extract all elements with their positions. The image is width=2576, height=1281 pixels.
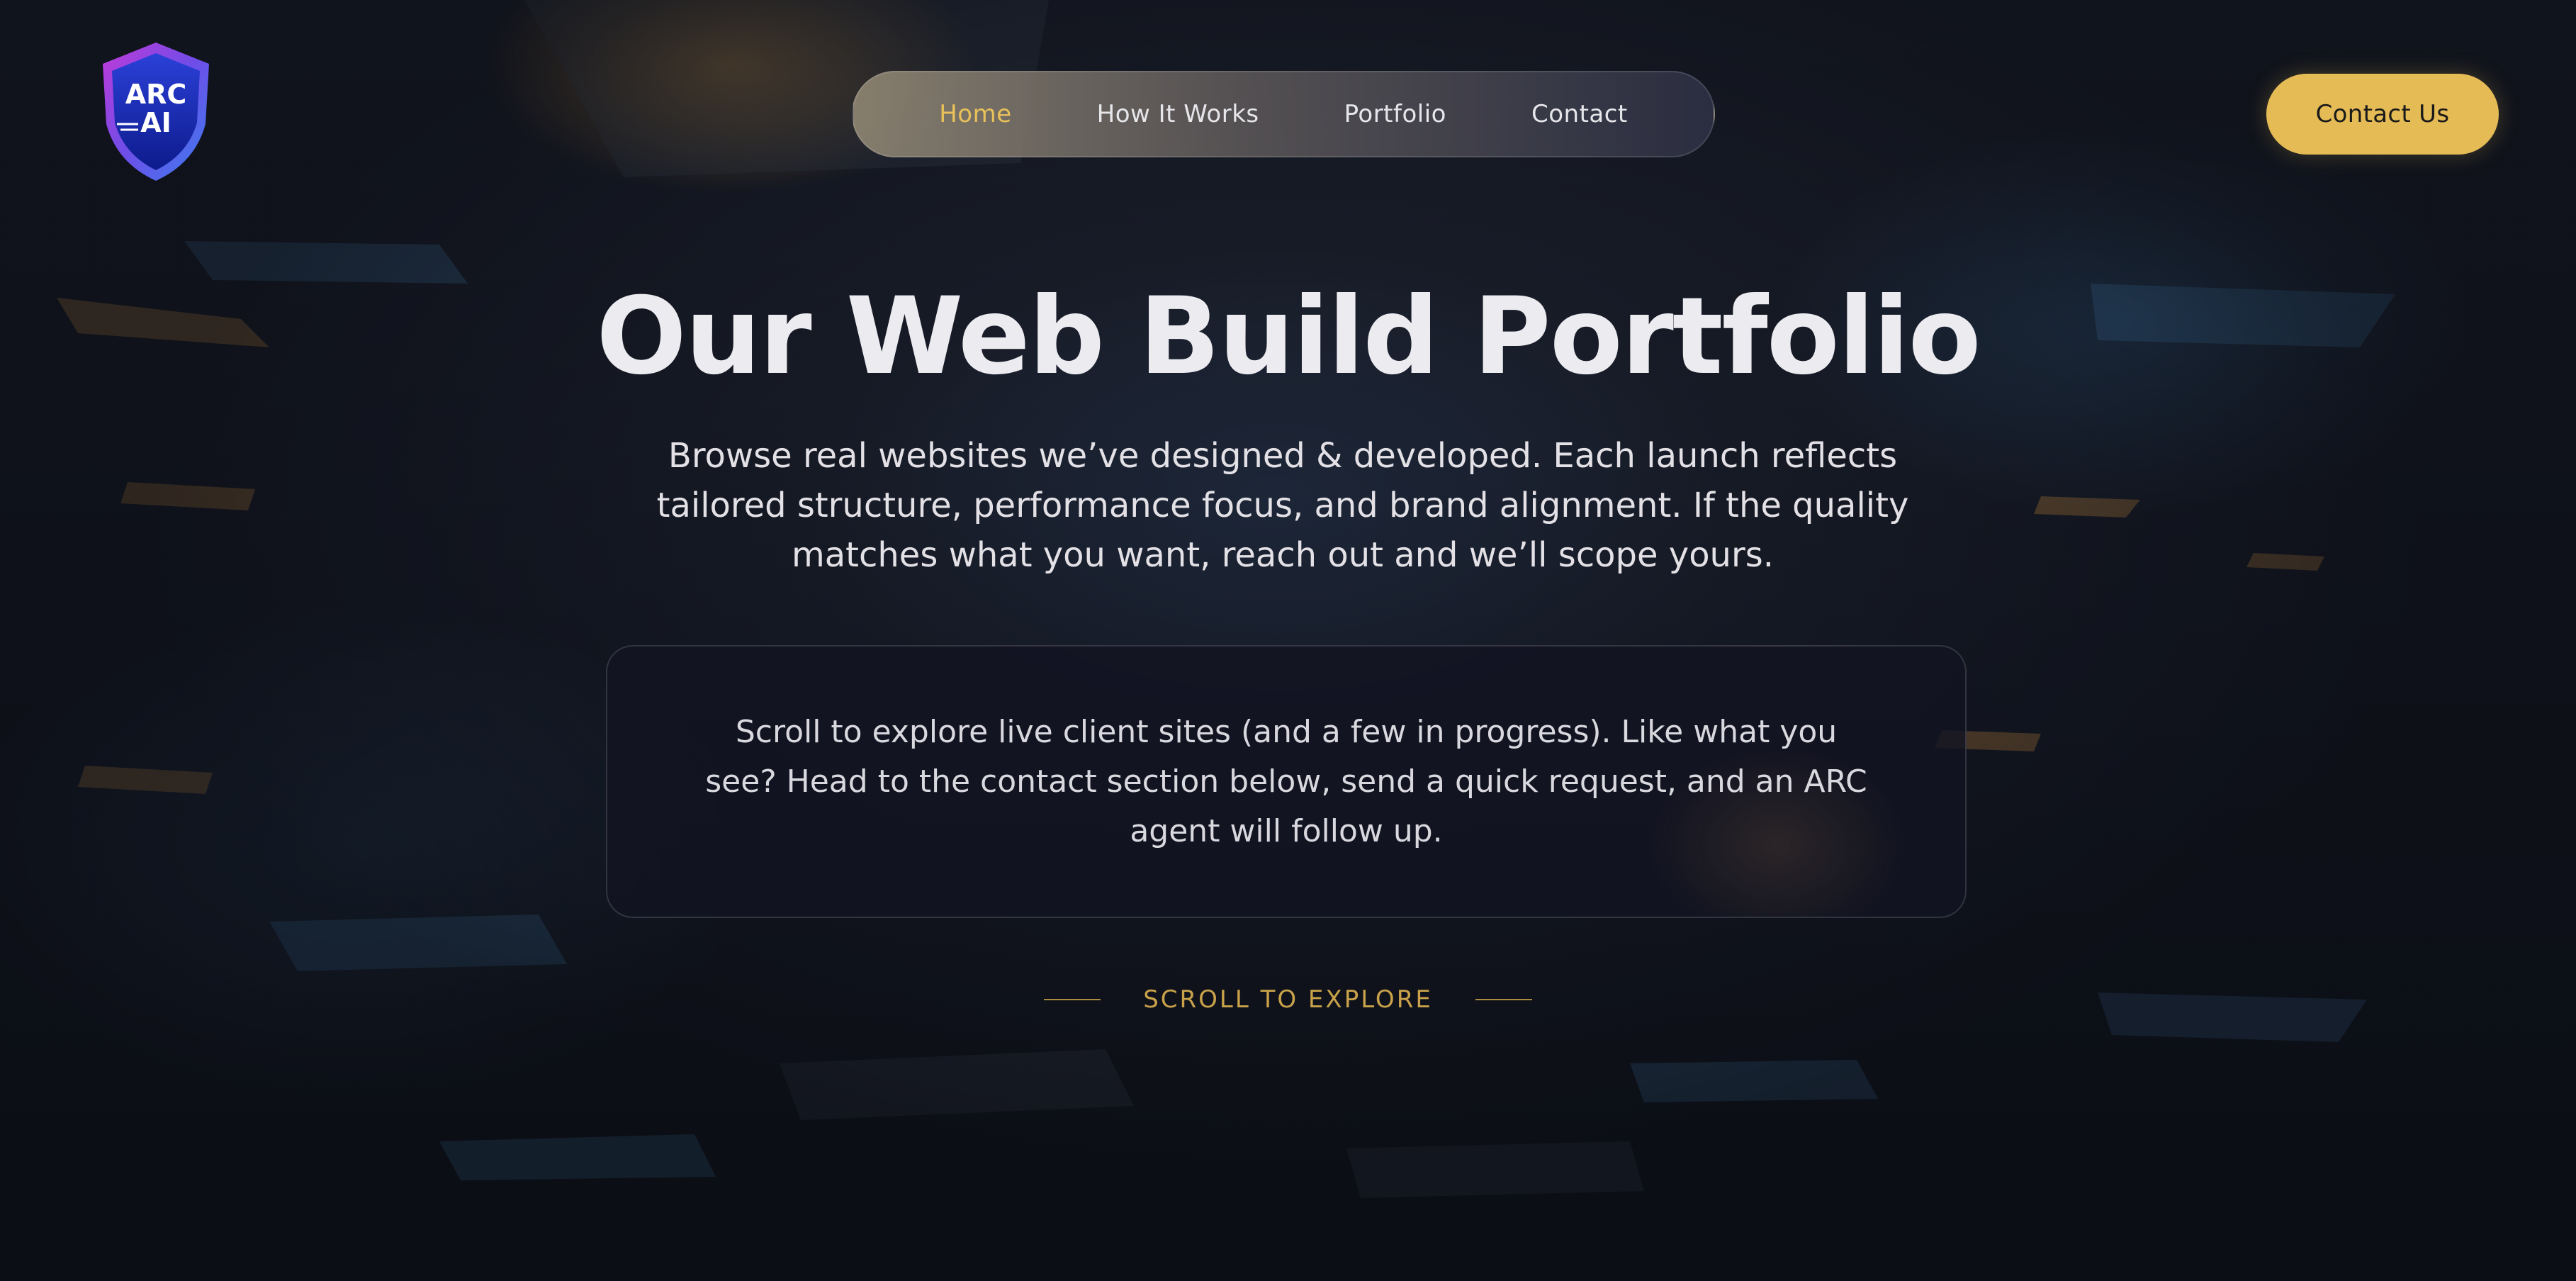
scroll-hint-left-line — [1044, 999, 1101, 1000]
logo-text: ARC AI — [96, 80, 216, 137]
info-card-text: Scroll to explore live client sites (and… — [705, 713, 1867, 849]
scroll-hint-right-line — [1475, 999, 1532, 1000]
nav-item-how-it-works[interactable]: How It Works — [1097, 100, 1259, 128]
nav-item-contact[interactable]: Contact — [1531, 100, 1628, 128]
page-title: Our Web Build Portfolio — [596, 275, 1981, 398]
logo-line-1: ARC — [125, 79, 187, 110]
contact-us-button[interactable]: Contact Us — [2266, 74, 2499, 155]
arc-ai-logo[interactable]: ARC AI — [96, 39, 216, 184]
main-nav: Home How It Works Portfolio Contact — [852, 71, 1715, 157]
nav-item-home[interactable]: Home — [939, 100, 1011, 128]
scroll-hint[interactable]: SCROLL TO EXPLORE — [0, 985, 2576, 1014]
scroll-hint-label: SCROLL TO EXPLORE — [1143, 985, 1433, 1014]
page-subtitle: Browse real websites we’ve designed & de… — [656, 436, 1909, 575]
logo-line-2: AI — [140, 107, 171, 138]
nav-item-portfolio[interactable]: Portfolio — [1344, 100, 1446, 128]
info-card: Scroll to explore live client sites (and… — [606, 645, 1967, 918]
background-vignette — [0, 0, 2576, 1281]
